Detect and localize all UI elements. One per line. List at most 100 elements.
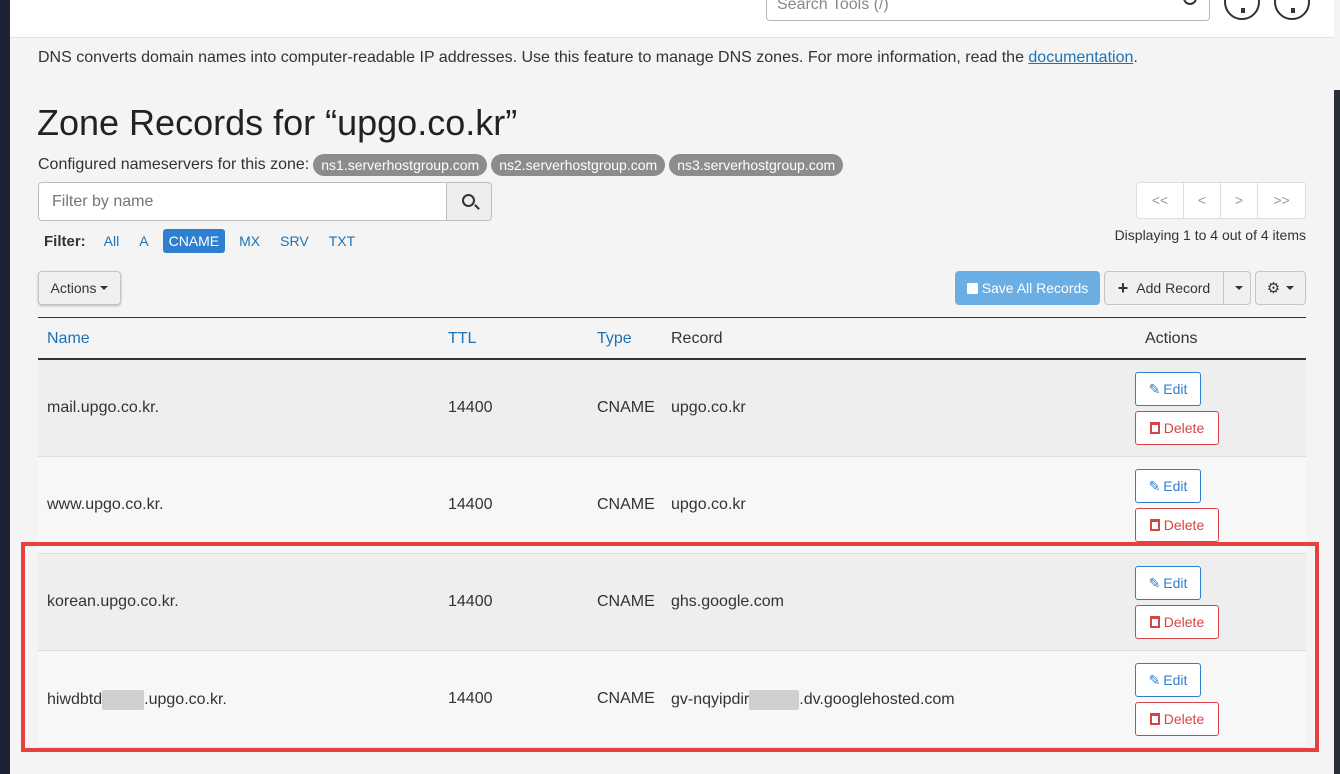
column-header-type[interactable]: Type — [597, 330, 632, 348]
delete-button[interactable]: Delete — [1135, 411, 1219, 445]
nameserver-badge: ns1.serverhostgroup.com — [313, 154, 488, 176]
delete-label: Delete — [1163, 517, 1205, 533]
scrollbar-thumb[interactable] — [1334, 90, 1340, 774]
caret-down-icon — [100, 286, 109, 290]
column-header-name[interactable]: Name — [47, 330, 90, 348]
delete-button[interactable]: Delete — [1135, 605, 1219, 639]
record-value: upgo.co.kr — [671, 496, 746, 513]
pencil-icon: ✎ — [1148, 380, 1161, 397]
prev-page-button[interactable]: < — [1184, 183, 1221, 218]
filter-option-cname[interactable]: CNAME — [162, 229, 226, 253]
pencil-icon: ✎ — [1148, 574, 1161, 591]
record-ttl: 14400 — [448, 399, 493, 416]
edit-button[interactable]: ✎ Edit — [1135, 469, 1201, 503]
record-value-suffix: .dv.googlehosted.com — [799, 691, 955, 709]
record-name: hiwdbtd .upgo.co.kr. — [47, 690, 227, 710]
trash-icon — [1149, 616, 1160, 628]
main-content: DNS converts domain names into computer-… — [10, 38, 1334, 774]
pencil-icon: ✎ — [1148, 671, 1161, 688]
record-value: upgo.co.kr — [671, 399, 746, 416]
page-title: Zone Records for “upgo.co.kr” — [37, 102, 518, 143]
top-bar: Search Tools (/) — [10, 0, 1334, 38]
column-header-actions: Actions — [1145, 330, 1198, 347]
tool-search-placeholder: Search Tools (/) — [777, 0, 889, 13]
record-value: ghs.google.com — [671, 593, 784, 610]
filter-option-all[interactable]: All — [98, 229, 126, 253]
displaying-count: Displaying 1 to 4 out of 4 items — [1114, 227, 1306, 243]
filter-option-txt[interactable]: TXT — [323, 229, 361, 253]
column-header-record: Record — [671, 330, 723, 347]
caret-down-icon — [1286, 286, 1295, 290]
search-icon — [462, 194, 475, 207]
caret-down-icon — [1235, 286, 1243, 290]
record-name: www.upgo.co.kr. — [47, 496, 164, 513]
documentation-link[interactable]: documentation — [1028, 49, 1133, 66]
nameserver-badge: ns2.serverhostgroup.com — [491, 154, 666, 176]
table-header: Name TTL Type Record Actions — [38, 317, 1306, 360]
filter-by-name-input[interactable] — [38, 182, 447, 221]
filter-label: Filter: — [44, 232, 86, 250]
nameservers-label: Configured nameservers for this zone: — [38, 156, 310, 173]
zone-records-table: mail.upgo.co.kr. 14400 CNAME upgo.co.kr … — [38, 360, 1306, 748]
intro-body: DNS converts domain names into computer-… — [38, 49, 1029, 66]
add-record-button[interactable]: + Add Record — [1104, 271, 1224, 305]
user-icon[interactable] — [1274, 0, 1310, 20]
edit-button[interactable]: ✎ Edit — [1135, 566, 1201, 600]
column-header-ttl[interactable]: TTL — [448, 330, 476, 348]
bell-icon[interactable] — [1224, 0, 1260, 20]
intro-suffix: . — [1133, 49, 1138, 66]
nameservers-row: Configured nameservers for this zone: ns… — [38, 154, 844, 176]
edit-button[interactable]: ✎ Edit — [1135, 663, 1201, 697]
record-name: korean.upgo.co.kr. — [47, 593, 179, 610]
record-ttl: 14400 — [448, 690, 493, 707]
scrollbar[interactable] — [1334, 0, 1340, 774]
record-type: CNAME — [597, 399, 655, 416]
nameserver-badge: ns3.serverhostgroup.com — [669, 154, 844, 176]
edit-label: Edit — [1163, 575, 1188, 591]
tool-search-input[interactable]: Search Tools (/) — [766, 0, 1210, 21]
first-page-button[interactable]: << — [1137, 183, 1184, 218]
record-type: CNAME — [597, 593, 655, 610]
record-type: CNAME — [597, 496, 655, 513]
last-page-button[interactable]: >> — [1258, 183, 1305, 218]
filter-search-button[interactable] — [446, 182, 492, 221]
record-ttl: 14400 — [448, 496, 493, 513]
table-row: mail.upgo.co.kr. 14400 CNAME upgo.co.kr … — [38, 360, 1306, 457]
edit-label: Edit — [1163, 672, 1188, 688]
save-all-records-button[interactable]: Save All Records — [955, 271, 1100, 305]
record-name-suffix: .upgo.co.kr. — [144, 691, 227, 709]
trash-icon — [1149, 519, 1160, 531]
plus-icon: + — [1117, 277, 1129, 298]
trash-icon — [1149, 422, 1160, 434]
redacted-block — [749, 690, 800, 710]
save-label: Save All Records — [981, 280, 1089, 296]
filter-option-a[interactable]: A — [133, 229, 154, 253]
table-row: hiwdbtd .upgo.co.kr. 14400 CNAME gv-nqyip… — [38, 651, 1306, 748]
next-page-button[interactable]: > — [1221, 183, 1258, 218]
redacted-block — [102, 690, 145, 710]
gear-icon: ⚙ — [1266, 280, 1281, 297]
search-icon[interactable] — [1183, 0, 1197, 5]
filter-option-srv[interactable]: SRV — [274, 229, 315, 253]
record-name-prefix: hiwdbtd — [47, 691, 103, 709]
settings-dropdown-button[interactable]: ⚙ — [1255, 271, 1306, 305]
add-record-label: Add Record — [1136, 280, 1211, 296]
add-record-dropdown-toggle[interactable] — [1223, 271, 1251, 305]
delete-label: Delete — [1163, 614, 1205, 630]
delete-button[interactable]: Delete — [1135, 508, 1219, 542]
record-value: gv-nqyipdir .dv.googlehosted.com — [671, 690, 955, 710]
filter-option-mx[interactable]: MX — [233, 229, 266, 253]
left-nav-strip — [0, 0, 10, 774]
actions-dropdown-button[interactable]: Actions — [38, 271, 121, 305]
record-type-filter: Filter: All A CNAME MX SRV TXT — [44, 228, 369, 254]
edit-button[interactable]: ✎ Edit — [1135, 372, 1201, 406]
delete-label: Delete — [1163, 420, 1205, 436]
pencil-icon: ✎ — [1148, 477, 1161, 494]
pagination: << < > >> — [1136, 182, 1306, 219]
trash-icon — [1149, 713, 1160, 725]
intro-text: DNS converts domain names into computer-… — [38, 49, 1138, 67]
record-ttl: 14400 — [448, 593, 493, 610]
edit-label: Edit — [1163, 381, 1188, 397]
delete-button[interactable]: Delete — [1135, 702, 1219, 736]
table-row: www.upgo.co.kr. 14400 CNAME upgo.co.kr ✎… — [38, 457, 1306, 554]
